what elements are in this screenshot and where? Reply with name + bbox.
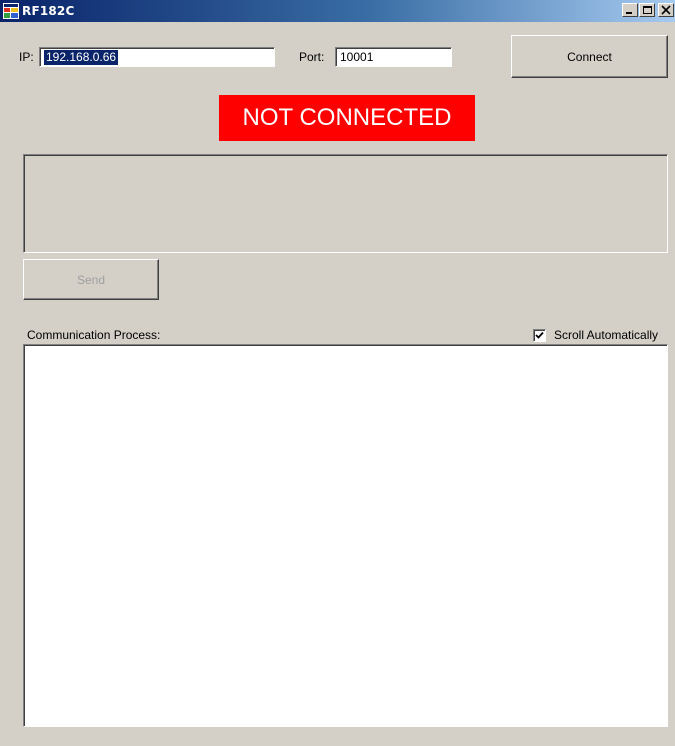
port-field[interactable] — [335, 47, 452, 67]
close-icon — [661, 5, 671, 15]
send-button[interactable]: Send — [23, 259, 159, 300]
close-button[interactable] — [658, 3, 674, 17]
app-window-icon[interactable] — [3, 3, 19, 19]
connection-status-badge: NOT CONNECTED — [219, 95, 475, 141]
scroll-automatically-checkbox[interactable] — [533, 328, 546, 342]
app-window: RF182C IP: 192.168.0.66 Port: Connect NO… — [0, 0, 675, 746]
ip-value: 192.168.0.66 — [44, 50, 119, 65]
communication-process-label: Communication Process: — [27, 328, 161, 342]
ip-label: IP: — [19, 50, 34, 64]
checkmark-icon — [535, 331, 544, 339]
maximize-button[interactable] — [639, 3, 655, 17]
minimize-button[interactable] — [622, 3, 638, 17]
ip-field[interactable]: 192.168.0.66 — [39, 47, 275, 67]
connect-button[interactable]: Connect — [511, 35, 668, 78]
communication-log[interactable] — [23, 344, 668, 727]
maximize-icon — [643, 6, 652, 14]
scroll-automatically-label: Scroll Automatically — [554, 328, 659, 342]
port-input[interactable] — [338, 49, 449, 65]
minimize-icon — [626, 12, 632, 14]
window-title: RF182C — [22, 4, 75, 18]
scroll-automatically-option[interactable]: Scroll Automatically — [533, 327, 658, 343]
port-label: Port: — [299, 50, 325, 64]
send-message-input[interactable] — [23, 154, 668, 253]
title-bar[interactable]: RF182C — [0, 0, 675, 22]
